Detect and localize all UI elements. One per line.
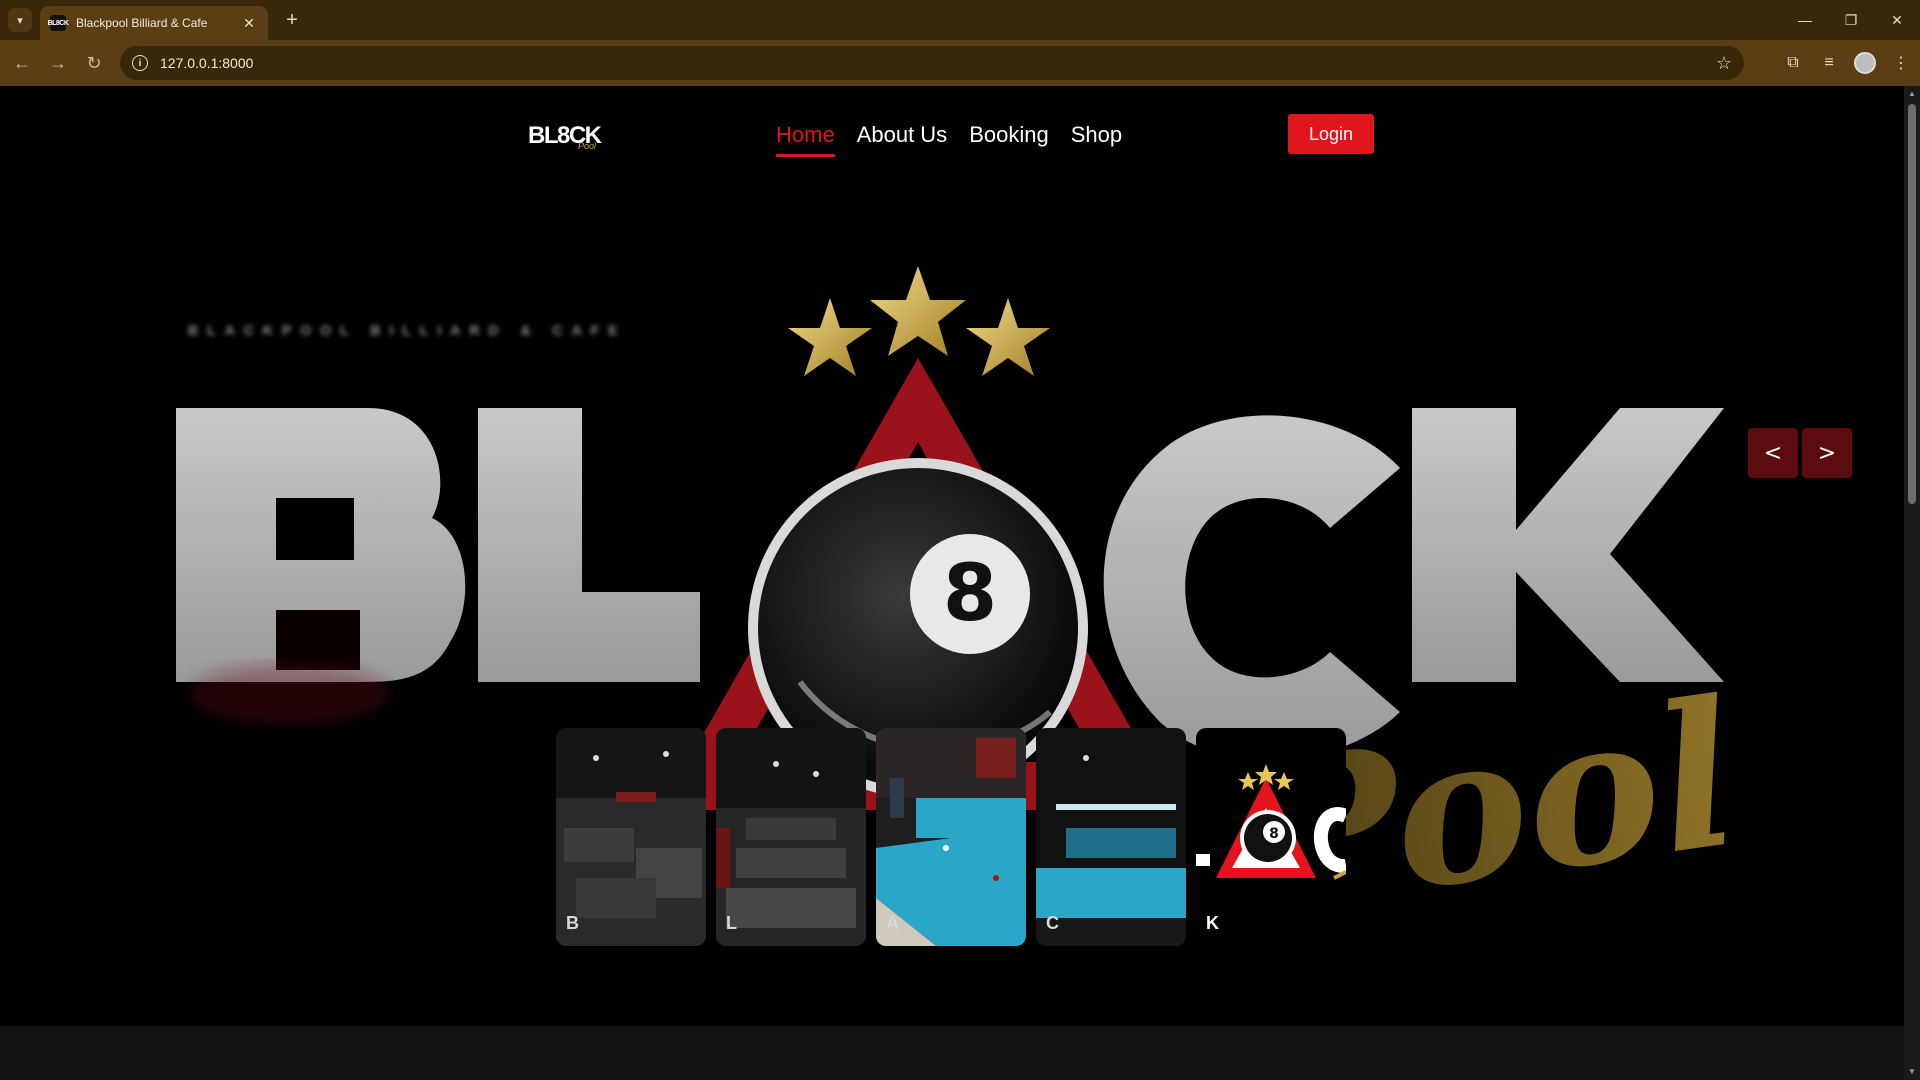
thumbnail-letter: L [726,913,737,933]
thumbnail-item[interactable]: C [1036,728,1186,946]
window-controls: — ❐ ✕ [1782,0,1920,40]
site-header: BL8CK Pool Home About Us Booking Shop Lo… [0,86,1904,182]
chevron-left-icon: < [1763,440,1783,466]
favicon-icon: BL8CK [48,15,69,31]
hero-stars [788,266,1050,376]
page-scrollbar[interactable]: ▲ ▼ [1904,86,1920,1080]
nav-booking[interactable]: Booking [969,122,1049,157]
hero-letter-k [1412,408,1724,682]
forward-button[interactable]: → [40,45,76,81]
nav-home[interactable]: Home [776,122,835,157]
extensions-icon[interactable]: ⧉ [1782,54,1804,72]
nav-about-us[interactable]: About Us [857,122,948,157]
thumbnail-letter: A [886,913,899,933]
site-logo[interactable]: BL8CK Pool [528,114,604,151]
reload-icon: ↻ [86,52,102,73]
thumbnail-letter: C [1046,913,1059,933]
nav-shop[interactable]: Shop [1071,122,1122,157]
logo-subtext: Pool [578,141,597,151]
main-nav: Home About Us Booking Shop [776,122,1122,157]
login-button[interactable]: Login [1288,114,1374,154]
tab-close-icon[interactable]: ✕ [240,15,258,32]
slider-next-button[interactable]: > [1802,428,1852,478]
tab-search-button[interactable]: ▾ [8,8,32,32]
new-tab-button[interactable]: + [280,8,304,32]
url-text: 127.0.0.1:8000 [160,55,254,71]
thumbnail-item[interactable]: L [716,728,866,946]
browser-tab-bar: ▾ BL8CK Blackpool Billiard & Cafe ✕ + — … [0,0,1920,40]
minimize-button[interactable]: — [1782,0,1828,40]
media-controls-icon[interactable]: ≡ [1818,54,1840,72]
arrow-left-icon: ← [13,52,31,73]
back-button[interactable]: ← [4,45,40,81]
page-viewport: BL8CK Pool Home About Us Booking Shop Lo… [0,86,1904,1080]
hero-letter-c [1103,415,1400,761]
star-icon [870,266,966,356]
site-info-icon[interactable]: i [132,55,148,71]
bookmark-star-icon[interactable]: ☆ [1716,53,1732,74]
hero-letter-b [176,408,466,724]
svg-text:8: 8 [1269,826,1279,842]
chevron-down-icon: ▾ [17,14,23,27]
scroll-up-icon[interactable]: ▲ [1904,86,1920,102]
browser-tab[interactable]: BL8CK Blackpool Billiard & Cafe ✕ [40,6,268,40]
browser-toolbar: ← → ↻ i 127.0.0.1:8000 ☆ ⧉ ≡ ⋮ [0,40,1920,86]
slider-prev-button[interactable]: < [1748,428,1798,478]
thumbnail-item[interactable]: B [556,728,706,946]
window-close-button[interactable]: ✕ [1874,0,1920,40]
profile-avatar-icon[interactable] [1854,52,1876,74]
arrow-right-icon: → [49,52,67,73]
toolbar-icons: ⧉ ≡ ⋮ [1782,46,1912,80]
thumbnail-item-active[interactable]: 8 K [1196,728,1346,946]
hero-letter-l [478,408,700,682]
thumbnail-image [716,728,866,946]
star-icon [966,298,1050,376]
thumbnail-strip: B L A C 8 K [556,728,1346,948]
address-bar[interactable]: i 127.0.0.1:8000 ☆ [120,46,1744,80]
star-icon [788,298,872,376]
restore-button[interactable]: ❐ [1828,0,1874,40]
thumbnail-letter: B [566,913,579,933]
scroll-down-icon[interactable]: ▼ [1904,1064,1920,1080]
chevron-right-icon: > [1817,440,1837,466]
tab-title: Blackpool Billiard & Cafe [76,16,208,30]
thumbnail-letter: K [1206,913,1219,933]
page-footer-strip [0,1026,1904,1080]
reload-button[interactable]: ↻ [76,45,112,81]
menu-kebab-icon[interactable]: ⋮ [1890,53,1912,73]
hero-ball-number: 8 [943,549,997,639]
thumbnail-item[interactable]: A [876,728,1026,946]
scrollbar-thumb[interactable] [1908,104,1916,504]
